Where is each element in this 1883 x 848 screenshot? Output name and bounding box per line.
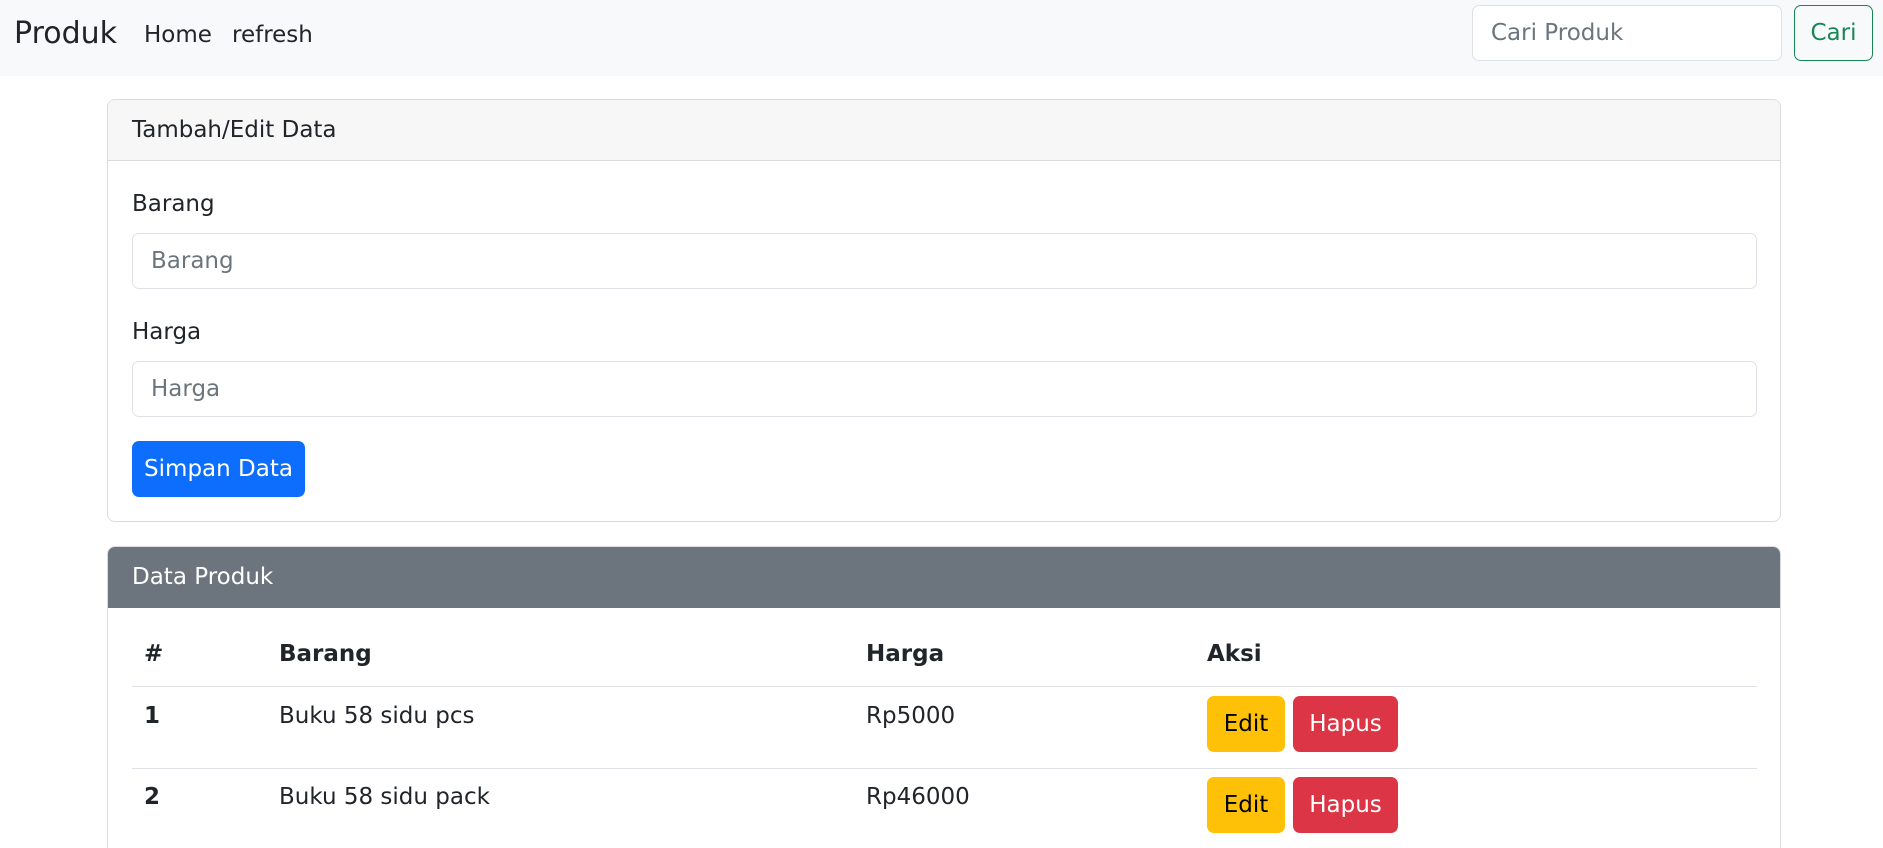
column-header-barang: Barang	[279, 641, 372, 667]
row-barang: Buku 58 sidu pcs	[279, 703, 475, 729]
harga-label: Harga	[132, 319, 202, 345]
harga-input[interactable]	[132, 361, 1757, 417]
delete-button[interactable]: Hapus	[1293, 777, 1398, 833]
row-harga: Rp5000	[866, 703, 956, 729]
navbar: Produk Home refresh Cari	[0, 0, 1883, 76]
barang-label: Barang	[132, 191, 215, 217]
column-header-aksi: Aksi	[1207, 641, 1262, 667]
row-harga: Rp46000	[866, 784, 970, 810]
table-card-header: Data Produk	[108, 547, 1780, 608]
form-card: Tambah/Edit Data Barang Harga Simpan Dat…	[107, 99, 1781, 522]
row-divider	[132, 768, 1757, 769]
search-button[interactable]: Cari	[1794, 5, 1873, 61]
navbar-brand[interactable]: Produk	[14, 14, 117, 54]
delete-button[interactable]: Hapus	[1293, 696, 1398, 752]
form-card-header: Tambah/Edit Data	[108, 100, 1780, 161]
nav-link-home[interactable]: Home	[144, 19, 212, 51]
row-number: 2	[144, 784, 161, 810]
row-barang: Buku 58 sidu pack	[279, 784, 490, 810]
barang-input[interactable]	[132, 233, 1757, 289]
row-number: 1	[144, 703, 161, 729]
column-header-number: #	[144, 641, 164, 667]
column-header-harga: Harga	[866, 641, 945, 667]
header-divider	[132, 686, 1757, 687]
edit-button[interactable]: Edit	[1207, 777, 1285, 833]
edit-button[interactable]: Edit	[1207, 696, 1285, 752]
nav-link-refresh[interactable]: refresh	[232, 19, 313, 51]
save-data-button[interactable]: Simpan Data	[132, 441, 305, 497]
product-table-card: Data Produk # Barang Harga Aksi 1 Buku 5…	[107, 546, 1781, 848]
search-input[interactable]	[1472, 5, 1782, 61]
